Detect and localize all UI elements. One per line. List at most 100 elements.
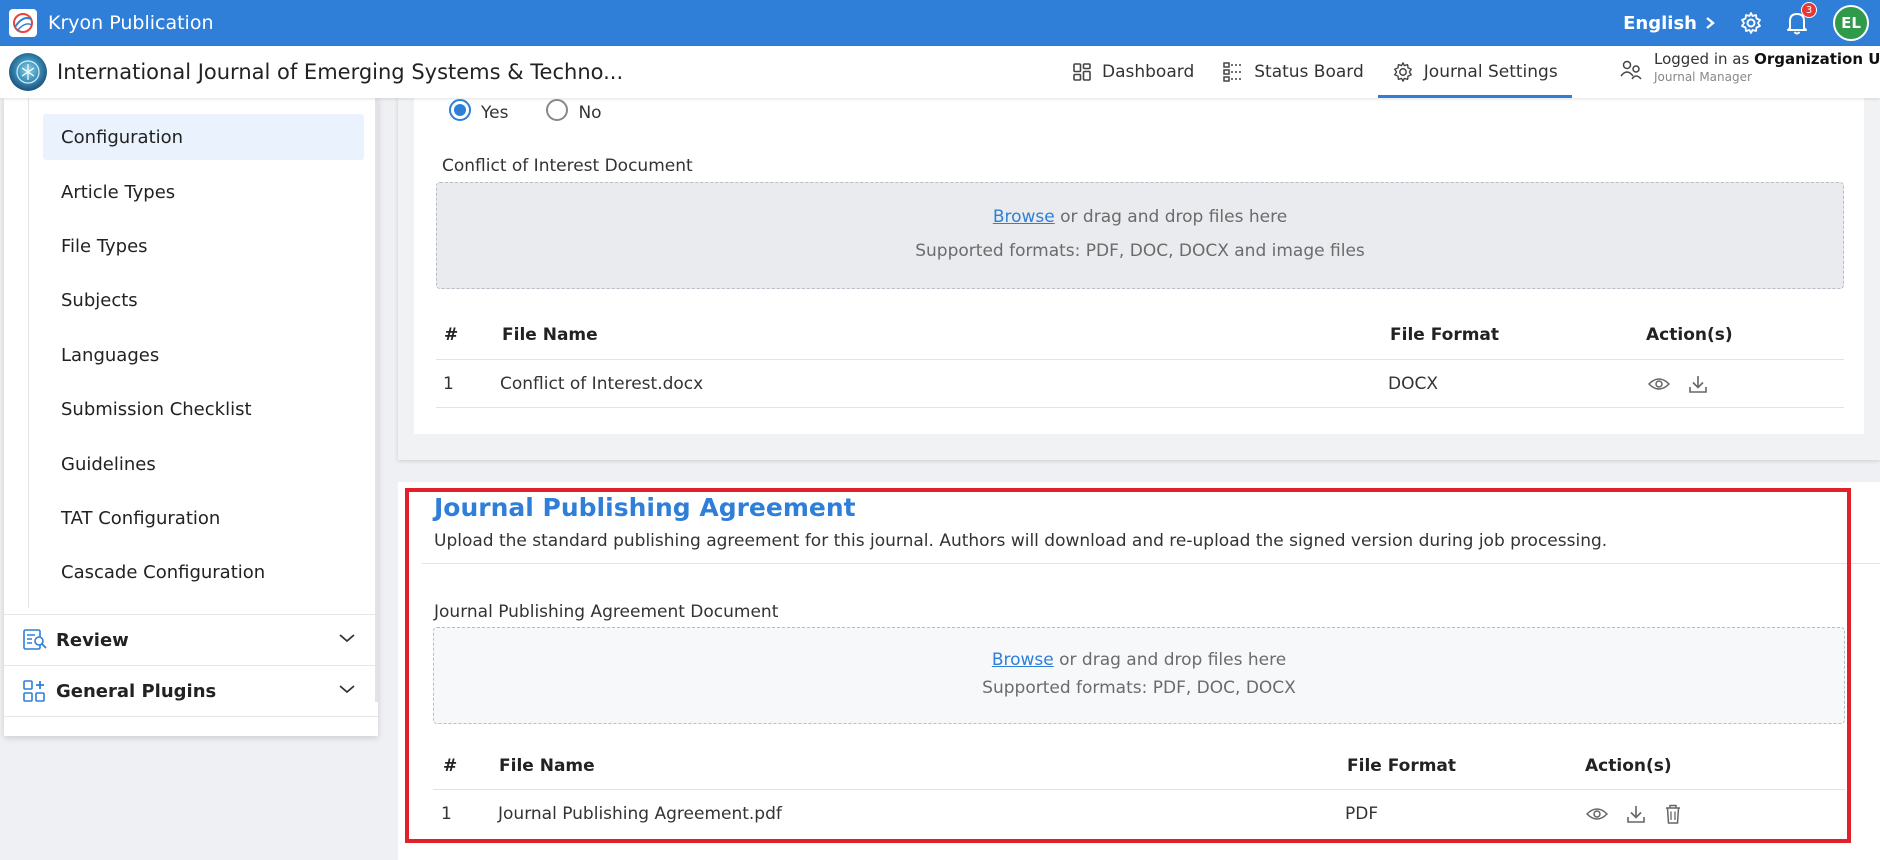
jpa-file-table: # File Name File Format Action(s) 1 Jour… xyxy=(433,742,1845,842)
sidebar-item-subjects[interactable]: Subjects xyxy=(43,277,364,323)
sidebar-item-guidelines[interactable]: Guidelines xyxy=(43,441,364,487)
kryon-logo-icon[interactable] xyxy=(9,9,37,37)
top-app-bar: Kryon Publication English 3 EL xyxy=(0,0,1880,46)
journal-header: International Journal of Emerging System… xyxy=(0,46,1880,98)
user-avatar[interactable]: EL xyxy=(1833,5,1869,41)
journal-title: International Journal of Emerging System… xyxy=(57,60,624,84)
jpa-document-label: Journal Publishing Agreement Document xyxy=(434,602,779,622)
sidebar-group-label: Review xyxy=(56,629,129,651)
plugins-grid-icon xyxy=(22,679,48,703)
sidebar-group-label: General Plugins xyxy=(56,680,217,702)
sidebar-group-general-plugins[interactable]: General Plugins xyxy=(4,665,378,716)
notifications-bell-icon[interactable]: 3 xyxy=(1785,2,1817,36)
settings-sidebar: Configuration Article Types File Types S… xyxy=(4,98,378,736)
sidebar-item-cascade-configuration[interactable]: Cascade Configuration xyxy=(43,549,364,595)
sidebar-item-configuration[interactable]: Configuration xyxy=(43,114,364,160)
jpa-dropzone-text: or drag and drop files here xyxy=(1053,650,1287,670)
nav-dashboard-label: Dashboard xyxy=(1102,62,1195,82)
sidebar-item-languages[interactable]: Languages xyxy=(43,332,364,378)
col-header-num: # xyxy=(444,324,459,345)
col-header-actions: Action(s) xyxy=(1646,324,1733,345)
row-num: 1 xyxy=(441,804,452,824)
jpa-dropzone[interactable]: Browse or drag and drop files here Suppo… xyxy=(433,627,1845,724)
row-file-format: PDF xyxy=(1345,804,1379,824)
col-header-actions: Action(s) xyxy=(1585,755,1672,776)
sidebar-item-label: Configuration xyxy=(61,126,184,148)
settings-gear-icon[interactable] xyxy=(1739,11,1763,35)
radio-yes[interactable] xyxy=(449,99,471,121)
publishing-agreement-description: Upload the standard publishing agreement… xyxy=(434,531,1608,551)
sidebar-item-label: Submission Checklist xyxy=(61,398,252,420)
row-file-name: Conflict of Interest.docx xyxy=(500,373,704,394)
coi-browse-link[interactable]: Browse xyxy=(993,207,1055,227)
review-doc-icon xyxy=(22,628,48,652)
gear-icon xyxy=(1393,62,1412,82)
row-file-format: DOCX xyxy=(1388,373,1438,394)
sidebar-item-label: File Types xyxy=(61,235,148,257)
row-num: 1 xyxy=(443,373,454,394)
radio-no-label: No xyxy=(578,103,602,123)
sidebar-item-file-types[interactable]: File Types xyxy=(43,223,364,269)
jpa-browse-link[interactable]: Browse xyxy=(992,650,1054,670)
language-label: English xyxy=(1623,12,1697,34)
coi-table-header: # File Name File Format Action(s) xyxy=(436,310,1844,360)
sidebar-item-label: Cascade Configuration xyxy=(61,561,266,583)
coi-document-label: Conflict of Interest Document xyxy=(442,156,693,176)
user-switch-icon xyxy=(1620,60,1642,80)
col-header-file-format: File Format xyxy=(1347,755,1457,776)
sidebar-sublist-line xyxy=(28,98,29,608)
sidebar-item-submission-checklist[interactable]: Submission Checklist xyxy=(43,386,364,432)
delete-trash-icon[interactable] xyxy=(1664,803,1682,825)
sidebar-item-article-types[interactable]: Article Types xyxy=(43,169,364,215)
sidebar-group-partial xyxy=(4,716,378,736)
logged-in-user[interactable]: Logged in as Organization User Journal M… xyxy=(1618,50,1880,85)
view-eye-icon[interactable] xyxy=(1648,376,1670,392)
nav-journal-settings[interactable]: Journal Settings xyxy=(1377,46,1572,98)
col-header-file-format: File Format xyxy=(1390,324,1500,345)
coi-dropzone-text: or drag and drop files here xyxy=(1054,207,1288,227)
coi-radio-group: Yes No xyxy=(449,97,640,123)
sidebar-item-label: Guidelines xyxy=(61,453,156,475)
radio-no[interactable] xyxy=(546,99,569,121)
col-header-num: # xyxy=(443,755,458,776)
row-actions xyxy=(1648,360,1708,407)
chevron-down-icon[interactable] xyxy=(338,632,356,644)
notification-badge: 3 xyxy=(1801,2,1817,18)
logged-in-prefix: Logged in as xyxy=(1654,50,1755,68)
kanban-icon xyxy=(1223,62,1243,82)
col-header-file-name: File Name xyxy=(499,755,595,776)
nav-journal-settings-label: Journal Settings xyxy=(1423,62,1558,82)
chevron-down-icon[interactable] xyxy=(338,683,356,695)
download-icon[interactable] xyxy=(1626,804,1646,824)
sidebar-item-label: Article Types xyxy=(61,181,176,203)
page-background xyxy=(0,844,398,860)
language-selector[interactable]: English xyxy=(1623,13,1715,34)
app-title: Kryon Publication xyxy=(48,12,214,34)
grid-icon xyxy=(1073,63,1091,81)
coi-file-table: # File Name File Format Action(s) 1 Conf… xyxy=(436,310,1844,410)
jpa-supported-formats: Supported formats: PDF, DOC, DOCX xyxy=(982,678,1296,698)
nav-dashboard[interactable]: Dashboard xyxy=(1058,46,1208,98)
table-row: 1 Journal Publishing Agreement.pdf PDF xyxy=(433,790,1845,838)
jpa-table-header: # File Name File Format Action(s) xyxy=(433,742,1845,790)
coi-dropzone[interactable]: Browse or drag and drop files here Suppo… xyxy=(436,182,1844,289)
sidebar-item-label: Subjects xyxy=(61,289,138,311)
sidebar-item-tat-configuration[interactable]: TAT Configuration xyxy=(43,495,364,541)
table-row: 1 Conflict of Interest.docx DOCX xyxy=(436,360,1844,408)
logged-in-username: Organization User xyxy=(1754,50,1880,68)
nav-status-board-label: Status Board xyxy=(1254,62,1364,82)
sidebar-item-label: TAT Configuration xyxy=(61,507,221,529)
journal-logo-icon xyxy=(9,53,47,91)
sidebar-group-review[interactable]: Review xyxy=(4,614,378,665)
section-divider xyxy=(422,563,1880,564)
user-role: Journal Manager xyxy=(1654,70,1752,85)
chevron-right-icon xyxy=(1706,17,1715,29)
view-eye-icon[interactable] xyxy=(1586,806,1608,822)
sidebar-scrollbar[interactable] xyxy=(375,98,378,702)
nav-status-board[interactable]: Status Board xyxy=(1208,46,1378,98)
main-nav: Dashboard Status Board Journal Settings xyxy=(1058,46,1572,98)
publishing-agreement-title: Journal Publishing Agreement xyxy=(434,493,856,522)
radio-yes-label: Yes xyxy=(481,103,509,123)
sidebar-item-label: Languages xyxy=(61,344,160,366)
download-icon[interactable] xyxy=(1688,374,1708,394)
